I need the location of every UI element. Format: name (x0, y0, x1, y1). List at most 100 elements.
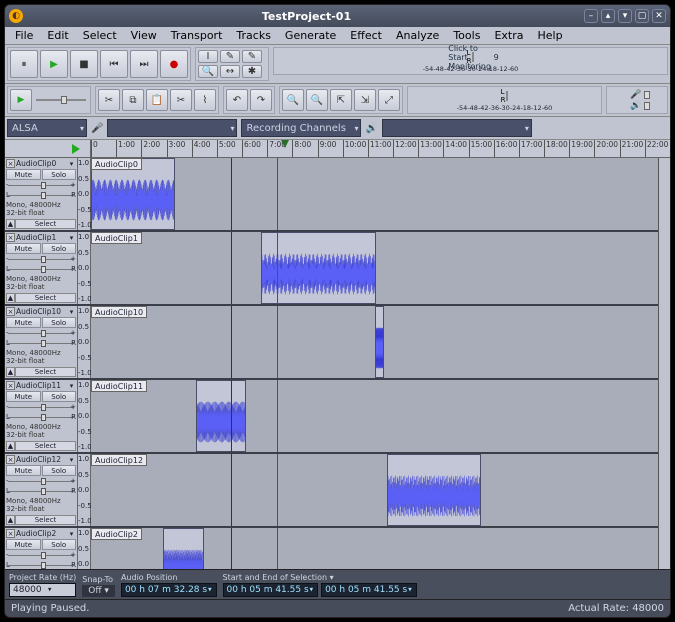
audio-clip[interactable] (261, 232, 376, 304)
stop-button[interactable]: ■ (70, 50, 98, 78)
track-pan-slider[interactable]: LR (6, 192, 76, 200)
track-pan-slider[interactable]: LR (6, 562, 76, 569)
track-solo-button[interactable]: Solo (42, 465, 77, 476)
track-waveform-area[interactable]: AudioClip2 (91, 528, 658, 569)
track-gain-slider[interactable]: -+ (6, 552, 76, 560)
audio-clip[interactable] (163, 528, 204, 569)
redo-button[interactable]: ↷ (250, 89, 272, 111)
track-menu-button[interactable]: ▾ (67, 307, 76, 316)
zoom-in-button[interactable]: 🔍 (282, 89, 304, 111)
menu-transport[interactable]: Transport (165, 28, 229, 43)
multi-tool-button[interactable]: ✱ (242, 65, 262, 78)
track-select-button[interactable]: Select (15, 441, 76, 451)
playback-meter[interactable]: LR -54-48-42-36-30-24-18-12-60 (407, 86, 602, 114)
menu-select[interactable]: Select (77, 28, 123, 43)
copy-button[interactable]: ⧉ (122, 89, 144, 111)
clip-label[interactable]: AudioClip0 (91, 158, 142, 170)
draw-tool-button[interactable]: ✎ (242, 50, 262, 63)
track-pan-slider[interactable]: LR (6, 340, 76, 348)
recording-meter[interactable]: LR Click to Start Monitoring 9 -54-48-42… (273, 47, 668, 75)
snap-to-field[interactable]: Off ▾ (82, 585, 115, 597)
track-collapse-button[interactable]: ▲ (6, 219, 15, 229)
menu-file[interactable]: File (9, 28, 39, 43)
trim-button[interactable]: ✂ (170, 89, 192, 111)
track-close-button[interactable]: × (6, 307, 15, 316)
selection-tool-button[interactable]: I (198, 50, 218, 63)
audio-clip[interactable] (375, 306, 384, 378)
track-select-button[interactable]: Select (15, 293, 76, 303)
skip-end-button[interactable]: ⏭ (130, 50, 158, 78)
window-minimize-button[interactable]: – (584, 9, 598, 23)
track-select-button[interactable]: Select (15, 367, 76, 377)
selection-end-field[interactable]: 00 h 05 m 41.55 s▾ (321, 583, 417, 597)
track-select-button[interactable]: Select (15, 219, 76, 229)
silence-button[interactable]: ⌇ (194, 89, 216, 111)
selection-start-field[interactable]: 00 h 05 m 41.55 s▾ (223, 583, 319, 597)
cut-button[interactable]: ✂ (98, 89, 120, 111)
track-close-button[interactable]: × (6, 159, 15, 168)
skip-start-button[interactable]: ⏮ (100, 50, 128, 78)
track-mute-button[interactable]: Mute (6, 391, 41, 402)
clip-label[interactable]: AudioClip2 (91, 528, 142, 540)
track-menu-button[interactable]: ▾ (67, 233, 76, 242)
window-maximize-down-button[interactable]: ▾ (618, 9, 632, 23)
recording-channels-dropdown[interactable]: Recording Channels (241, 119, 361, 137)
timeshift-tool-button[interactable]: ↔ (220, 65, 240, 78)
track-pan-slider[interactable]: LR (6, 266, 76, 274)
track-waveform-area[interactable]: AudioClip12 (91, 454, 658, 526)
track-menu-button[interactable]: ▾ (67, 381, 76, 390)
track-collapse-button[interactable]: ▲ (6, 293, 15, 303)
clip-label[interactable]: AudioClip11 (91, 380, 147, 392)
track-solo-button[interactable]: Solo (42, 317, 77, 328)
menu-extra[interactable]: Extra (488, 28, 529, 43)
menu-view[interactable]: View (125, 28, 163, 43)
audio-clip[interactable] (196, 380, 247, 452)
track-mute-button[interactable]: Mute (6, 465, 41, 476)
track-gain-slider[interactable]: -+ (6, 478, 76, 486)
window-close-button[interactable]: ✕ (652, 9, 666, 23)
track-select-button[interactable]: Select (15, 515, 76, 525)
track-collapse-button[interactable]: ▲ (6, 515, 15, 525)
recording-device-dropdown[interactable] (107, 119, 237, 137)
audio-position-field[interactable]: 00 h 07 m 32.28 s▾ (121, 583, 217, 597)
play-at-speed-button[interactable]: ▶ (10, 89, 32, 111)
track-menu-button[interactable]: ▾ (67, 455, 76, 464)
audio-clip[interactable] (387, 454, 481, 526)
project-rate-field[interactable]: 48000 ▾ (9, 583, 76, 597)
paste-button[interactable]: 📋 (146, 89, 168, 111)
vertical-scrollbar[interactable] (658, 158, 670, 569)
track-pan-slider[interactable]: LR (6, 488, 76, 496)
track-close-button[interactable]: × (6, 233, 15, 242)
fit-project-button[interactable]: ⇲ (354, 89, 376, 111)
track-mute-button[interactable]: Mute (6, 243, 41, 254)
window-maximize-up-button[interactable]: ▴ (601, 9, 615, 23)
track-waveform-area[interactable]: AudioClip1 (91, 232, 658, 304)
track-solo-button[interactable]: Solo (42, 539, 77, 550)
track-collapse-button[interactable]: ▲ (6, 367, 15, 377)
track-close-button[interactable]: × (6, 455, 15, 464)
menu-tools[interactable]: Tools (447, 28, 486, 43)
zoom-out-button[interactable]: 🔍 (306, 89, 328, 111)
menu-analyze[interactable]: Analyze (390, 28, 445, 43)
playback-device-dropdown[interactable] (382, 119, 532, 137)
track-solo-button[interactable]: Solo (42, 243, 77, 254)
undo-button[interactable]: ↶ (226, 89, 248, 111)
envelope-tool-button[interactable]: ✎ (220, 50, 240, 63)
track-mute-button[interactable]: Mute (6, 539, 41, 550)
track-close-button[interactable]: × (6, 529, 15, 538)
track-menu-button[interactable]: ▾ (67, 529, 76, 538)
menu-generate[interactable]: Generate (279, 28, 342, 43)
track-solo-button[interactable]: Solo (42, 169, 77, 180)
pause-button[interactable]: ⏸ (10, 50, 38, 78)
menu-help[interactable]: Help (531, 28, 568, 43)
timeline-ruler[interactable]: 01:002:003:004:005:006:007:008:009:0010:… (5, 140, 670, 158)
track-collapse-button[interactable]: ▲ (6, 441, 15, 451)
playhead-marker[interactable] (281, 140, 289, 148)
zoom-tool-button[interactable]: 🔍 (198, 65, 218, 78)
record-button[interactable]: ● (160, 50, 188, 78)
track-pan-slider[interactable]: LR (6, 414, 76, 422)
clip-label[interactable]: AudioClip10 (91, 306, 147, 318)
menu-edit[interactable]: Edit (41, 28, 74, 43)
clip-label[interactable]: AudioClip12 (91, 454, 147, 466)
mic-volume[interactable]: 🎤 🔊 (606, 86, 668, 114)
